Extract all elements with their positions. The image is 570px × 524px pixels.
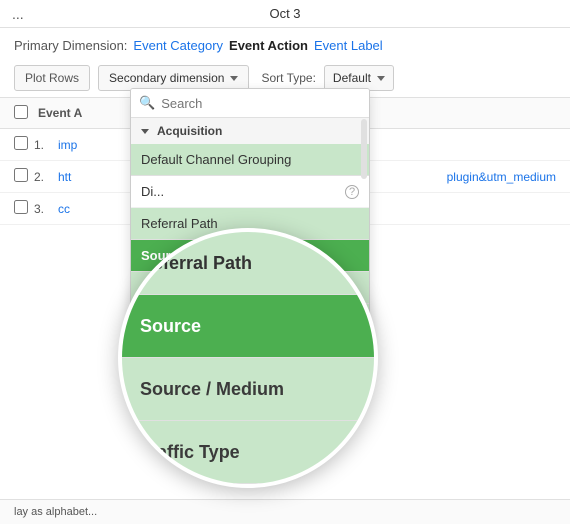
header-checkbox-input[interactable] bbox=[14, 105, 28, 119]
section-label: Acquisition bbox=[157, 124, 222, 138]
dropdown-item-dimension-text: Di... bbox=[141, 184, 164, 199]
primary-dim-event-label[interactable]: Event Label bbox=[314, 38, 383, 53]
select-all-checkbox[interactable] bbox=[14, 105, 34, 122]
magnified-view: Referral Path Source Source / Medium Tra… bbox=[118, 228, 378, 488]
dropdown-search-input[interactable] bbox=[161, 96, 361, 111]
row-2-extra: plugin&utm_medium bbox=[447, 170, 556, 184]
secondary-dim-label: Secondary dimension bbox=[109, 71, 224, 85]
row-3-checkbox[interactable] bbox=[14, 200, 34, 217]
search-icon: 🔍 bbox=[139, 95, 155, 111]
magnify-traffic-type[interactable]: Traffic Type bbox=[122, 421, 374, 484]
help-icon: ? bbox=[345, 185, 359, 199]
chevron-down-icon bbox=[230, 76, 238, 81]
bottom-bar: lay as alphabet... bbox=[0, 499, 570, 524]
top-bar: ... Oct 3 bbox=[0, 0, 570, 28]
primary-dimension-label: Primary Dimension: bbox=[14, 38, 127, 53]
dropdown-section-header: Acquisition bbox=[131, 118, 369, 144]
section-collapse-icon[interactable] bbox=[141, 129, 149, 134]
plot-rows-button[interactable]: Plot Rows bbox=[14, 65, 90, 91]
row-2-num: 2. bbox=[34, 170, 58, 184]
magnify-source-label: Source bbox=[140, 316, 201, 337]
row-3-num: 3. bbox=[34, 202, 58, 216]
bottom-bar-text: lay as alphabet... bbox=[14, 506, 97, 518]
row-2-checkbox[interactable] bbox=[14, 168, 34, 185]
dropdown-scrollbar[interactable] bbox=[361, 119, 367, 179]
dots-menu[interactable]: ... bbox=[12, 6, 24, 22]
row-1-checkbox[interactable] bbox=[14, 136, 34, 153]
dropdown-item-default-channel[interactable]: Default Channel Grouping bbox=[131, 144, 369, 176]
magnify-traffic-type-label: Traffic Type bbox=[140, 442, 240, 463]
sort-type-label: Sort Type: bbox=[261, 71, 315, 85]
row-1-num: 1. bbox=[34, 138, 58, 152]
event-action-column-header: Event A bbox=[34, 104, 86, 122]
magnify-source-medium[interactable]: Source / Medium bbox=[122, 358, 374, 421]
dropdown-search-row: 🔍 bbox=[131, 89, 369, 118]
magnify-source-medium-label: Source / Medium bbox=[140, 379, 284, 400]
primary-dimension-row: Primary Dimension: Event Category Event … bbox=[0, 28, 570, 61]
magnify-source[interactable]: Source bbox=[122, 295, 374, 358]
sort-chevron-icon bbox=[377, 76, 385, 81]
sort-type-value: Default bbox=[333, 71, 371, 85]
primary-dim-event-category[interactable]: Event Category bbox=[133, 38, 223, 53]
top-bar-title: Oct 3 bbox=[269, 6, 300, 21]
dropdown-item-dimension[interactable]: Di... ? bbox=[131, 176, 369, 208]
primary-dim-event-action[interactable]: Event Action bbox=[229, 38, 308, 53]
